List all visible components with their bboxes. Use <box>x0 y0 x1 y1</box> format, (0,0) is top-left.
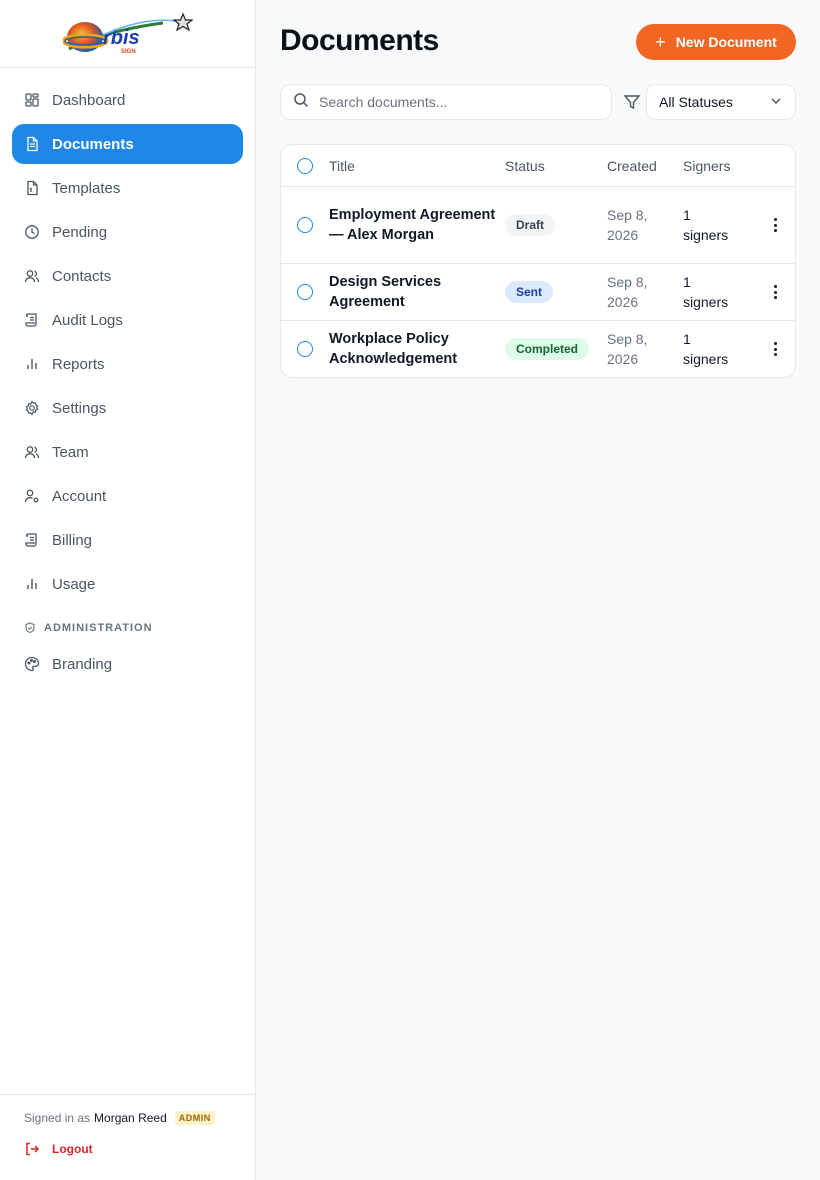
sidebar-item-label: Usage <box>52 575 96 593</box>
signed-in-prefix: Signed in as <box>24 1111 91 1125</box>
row-checkbox[interactable] <box>297 217 313 233</box>
logout-label: Logout <box>52 1142 93 1156</box>
created-date: Sep 8, 2026 <box>607 274 648 310</box>
new-document-button[interactable]: + New Document <box>636 24 796 60</box>
status-filter-value: All Statuses <box>659 94 733 110</box>
document-title[interactable]: Workplace Policy Acknowledgement <box>329 329 505 369</box>
sidebar-item-reports[interactable]: Reports <box>12 344 243 384</box>
sidebar-item-templates[interactable]: Templates <box>12 168 243 208</box>
logout-icon <box>24 1141 40 1157</box>
row-checkbox[interactable] <box>297 341 313 357</box>
select-all-checkbox[interactable] <box>297 157 313 174</box>
table-header: Title Status Created Signers <box>281 145 795 187</box>
logout-button[interactable]: Logout <box>24 1141 231 1157</box>
more-actions-icon[interactable] <box>773 341 777 357</box>
admin-section-label: ADMINISTRATION <box>12 608 243 644</box>
sidebar-item-label: Pending <box>52 223 108 241</box>
documents-table: Title Status Created Signers Employment … <box>280 144 796 378</box>
users-icon <box>24 268 40 284</box>
sidebar-item-label: Billing <box>52 531 93 549</box>
status-badge: Draft <box>505 214 556 236</box>
sidebar: rbis SIGN Dashboard Documents Templates <box>0 0 256 1180</box>
document-icon <box>24 136 40 152</box>
chevron-down-icon <box>769 94 783 111</box>
user-name: Morgan Reed <box>94 1111 167 1125</box>
sidebar-nav: Dashboard Documents Templates Pending Co… <box>0 68 255 684</box>
sidebar-item-pending[interactable]: Pending <box>12 212 243 252</box>
sidebar-item-label: Settings <box>52 399 107 417</box>
main-content: Documents + New Document All Statuses Ti… <box>256 0 820 1180</box>
shield-icon <box>24 622 36 634</box>
filter-icon[interactable] <box>622 92 642 112</box>
bar-chart-icon <box>24 356 40 372</box>
page-title: Documents <box>280 24 439 57</box>
table-row[interactable]: Design Services Agreement Sent Sep 8, 202… <box>281 264 795 321</box>
sidebar-item-account[interactable]: Account <box>12 476 243 516</box>
sidebar-item-label: Account <box>52 487 107 505</box>
sidebar-item-documents[interactable]: Documents <box>12 124 243 164</box>
status-badge: Completed <box>505 338 590 360</box>
sidebar-item-branding[interactable]: Branding <box>12 644 243 684</box>
plus-icon: + <box>655 32 666 52</box>
sidebar-item-label: Reports <box>52 355 105 373</box>
sidebar-footer: Signed in as Morgan Reed ADMIN Logout <box>0 1094 255 1180</box>
role-badge: ADMIN <box>174 1111 215 1125</box>
svg-text:SIGN: SIGN <box>121 49 136 55</box>
scroll-icon <box>24 532 40 548</box>
search-input[interactable] <box>319 94 589 110</box>
document-title[interactable]: Employment Agreement — Alex Morgan <box>329 205 505 245</box>
sidebar-item-label: Documents <box>52 135 134 153</box>
more-actions-icon[interactable] <box>773 217 777 233</box>
table-row[interactable]: Workplace Policy Acknowledgement Complet… <box>281 321 795 377</box>
logo-area: rbis SIGN <box>0 0 255 68</box>
sidebar-item-billing[interactable]: Billing <box>12 520 243 560</box>
sidebar-item-usage[interactable]: Usage <box>12 564 243 604</box>
document-title[interactable]: Design Services Agreement <box>329 272 505 312</box>
signers-count: 1 signers <box>683 331 729 367</box>
more-actions-icon[interactable] <box>773 284 777 300</box>
sidebar-item-label: Branding <box>52 655 113 673</box>
column-header-status[interactable]: Status <box>505 158 607 174</box>
signed-in-info: Signed in as Morgan Reed ADMIN <box>24 1111 231 1125</box>
sidebar-item-label: Templates <box>52 179 121 197</box>
status-filter-select[interactable]: All Statuses <box>646 84 796 120</box>
new-document-label: New Document <box>675 34 777 50</box>
scroll-icon <box>24 312 40 328</box>
sidebar-item-label: Dashboard <box>52 91 126 109</box>
table-row[interactable]: Employment Agreement — Alex Morgan Draft… <box>281 187 795 264</box>
sidebar-item-audit-logs[interactable]: Audit Logs <box>12 300 243 340</box>
sidebar-item-dashboard[interactable]: Dashboard <box>12 80 243 120</box>
sidebar-item-label: Contacts <box>52 267 112 285</box>
users-icon <box>24 444 40 460</box>
user-cog-icon <box>24 488 40 504</box>
created-date: Sep 8, 2026 <box>607 207 648 243</box>
column-header-title[interactable]: Title <box>329 158 505 174</box>
svg-text:rbis: rbis <box>103 27 140 49</box>
sidebar-item-team[interactable]: Team <box>12 432 243 472</box>
bar-chart-icon <box>24 576 40 592</box>
column-header-signers[interactable]: Signers <box>683 156 755 176</box>
gear-icon <box>24 400 40 416</box>
sidebar-item-settings[interactable]: Settings <box>12 388 243 428</box>
signers-count: 1 signers <box>683 274 729 310</box>
sidebar-item-label: Team <box>52 443 89 461</box>
row-checkbox[interactable] <box>297 284 313 300</box>
signers-count: 1 signers <box>683 207 729 243</box>
sidebar-item-contacts[interactable]: Contacts <box>12 256 243 296</box>
sidebar-item-label: Audit Logs <box>52 311 123 329</box>
template-icon <box>24 180 40 196</box>
clock-icon <box>24 224 40 240</box>
palette-icon <box>24 656 40 672</box>
search-box <box>280 84 612 120</box>
status-badge: Sent <box>505 281 554 303</box>
orbis-sign-logo[interactable]: rbis SIGN <box>62 11 193 57</box>
search-icon <box>293 92 309 113</box>
column-header-created[interactable]: Created <box>607 156 683 176</box>
dashboard-icon <box>24 92 40 108</box>
created-date: Sep 8, 2026 <box>607 331 648 367</box>
